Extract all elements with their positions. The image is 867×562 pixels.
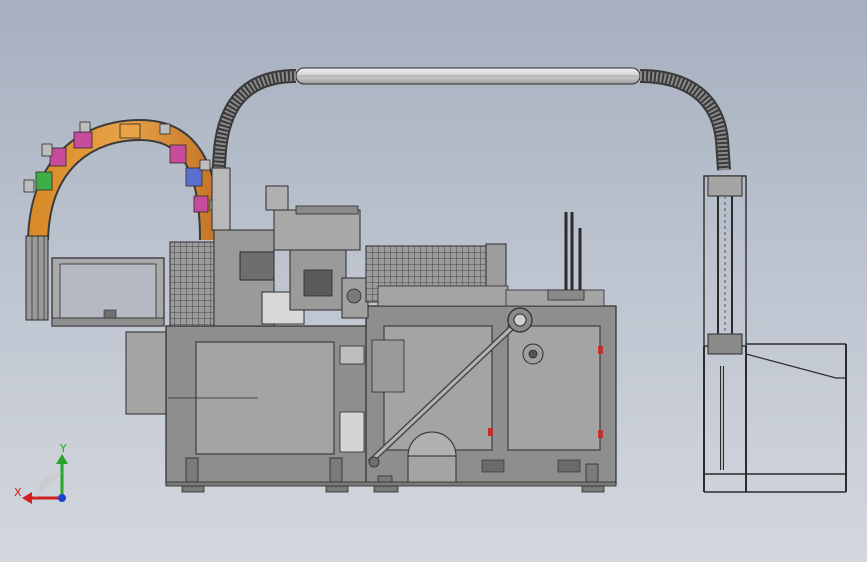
coordinate-triad: Y X xyxy=(14,442,68,504)
overhead-conveyor-tube xyxy=(211,67,731,181)
y-axis-label: Y xyxy=(59,442,67,455)
cup-collection-tower xyxy=(703,175,847,493)
machine-drawing: Y X xyxy=(14,67,847,504)
z-axis-dot xyxy=(58,494,66,502)
paper-feed-table xyxy=(51,257,165,327)
upper-mechanism xyxy=(169,167,605,327)
x-axis-label: X xyxy=(14,486,22,499)
right-cabinet xyxy=(365,305,617,485)
cad-viewport[interactable]: Y X xyxy=(0,0,867,562)
